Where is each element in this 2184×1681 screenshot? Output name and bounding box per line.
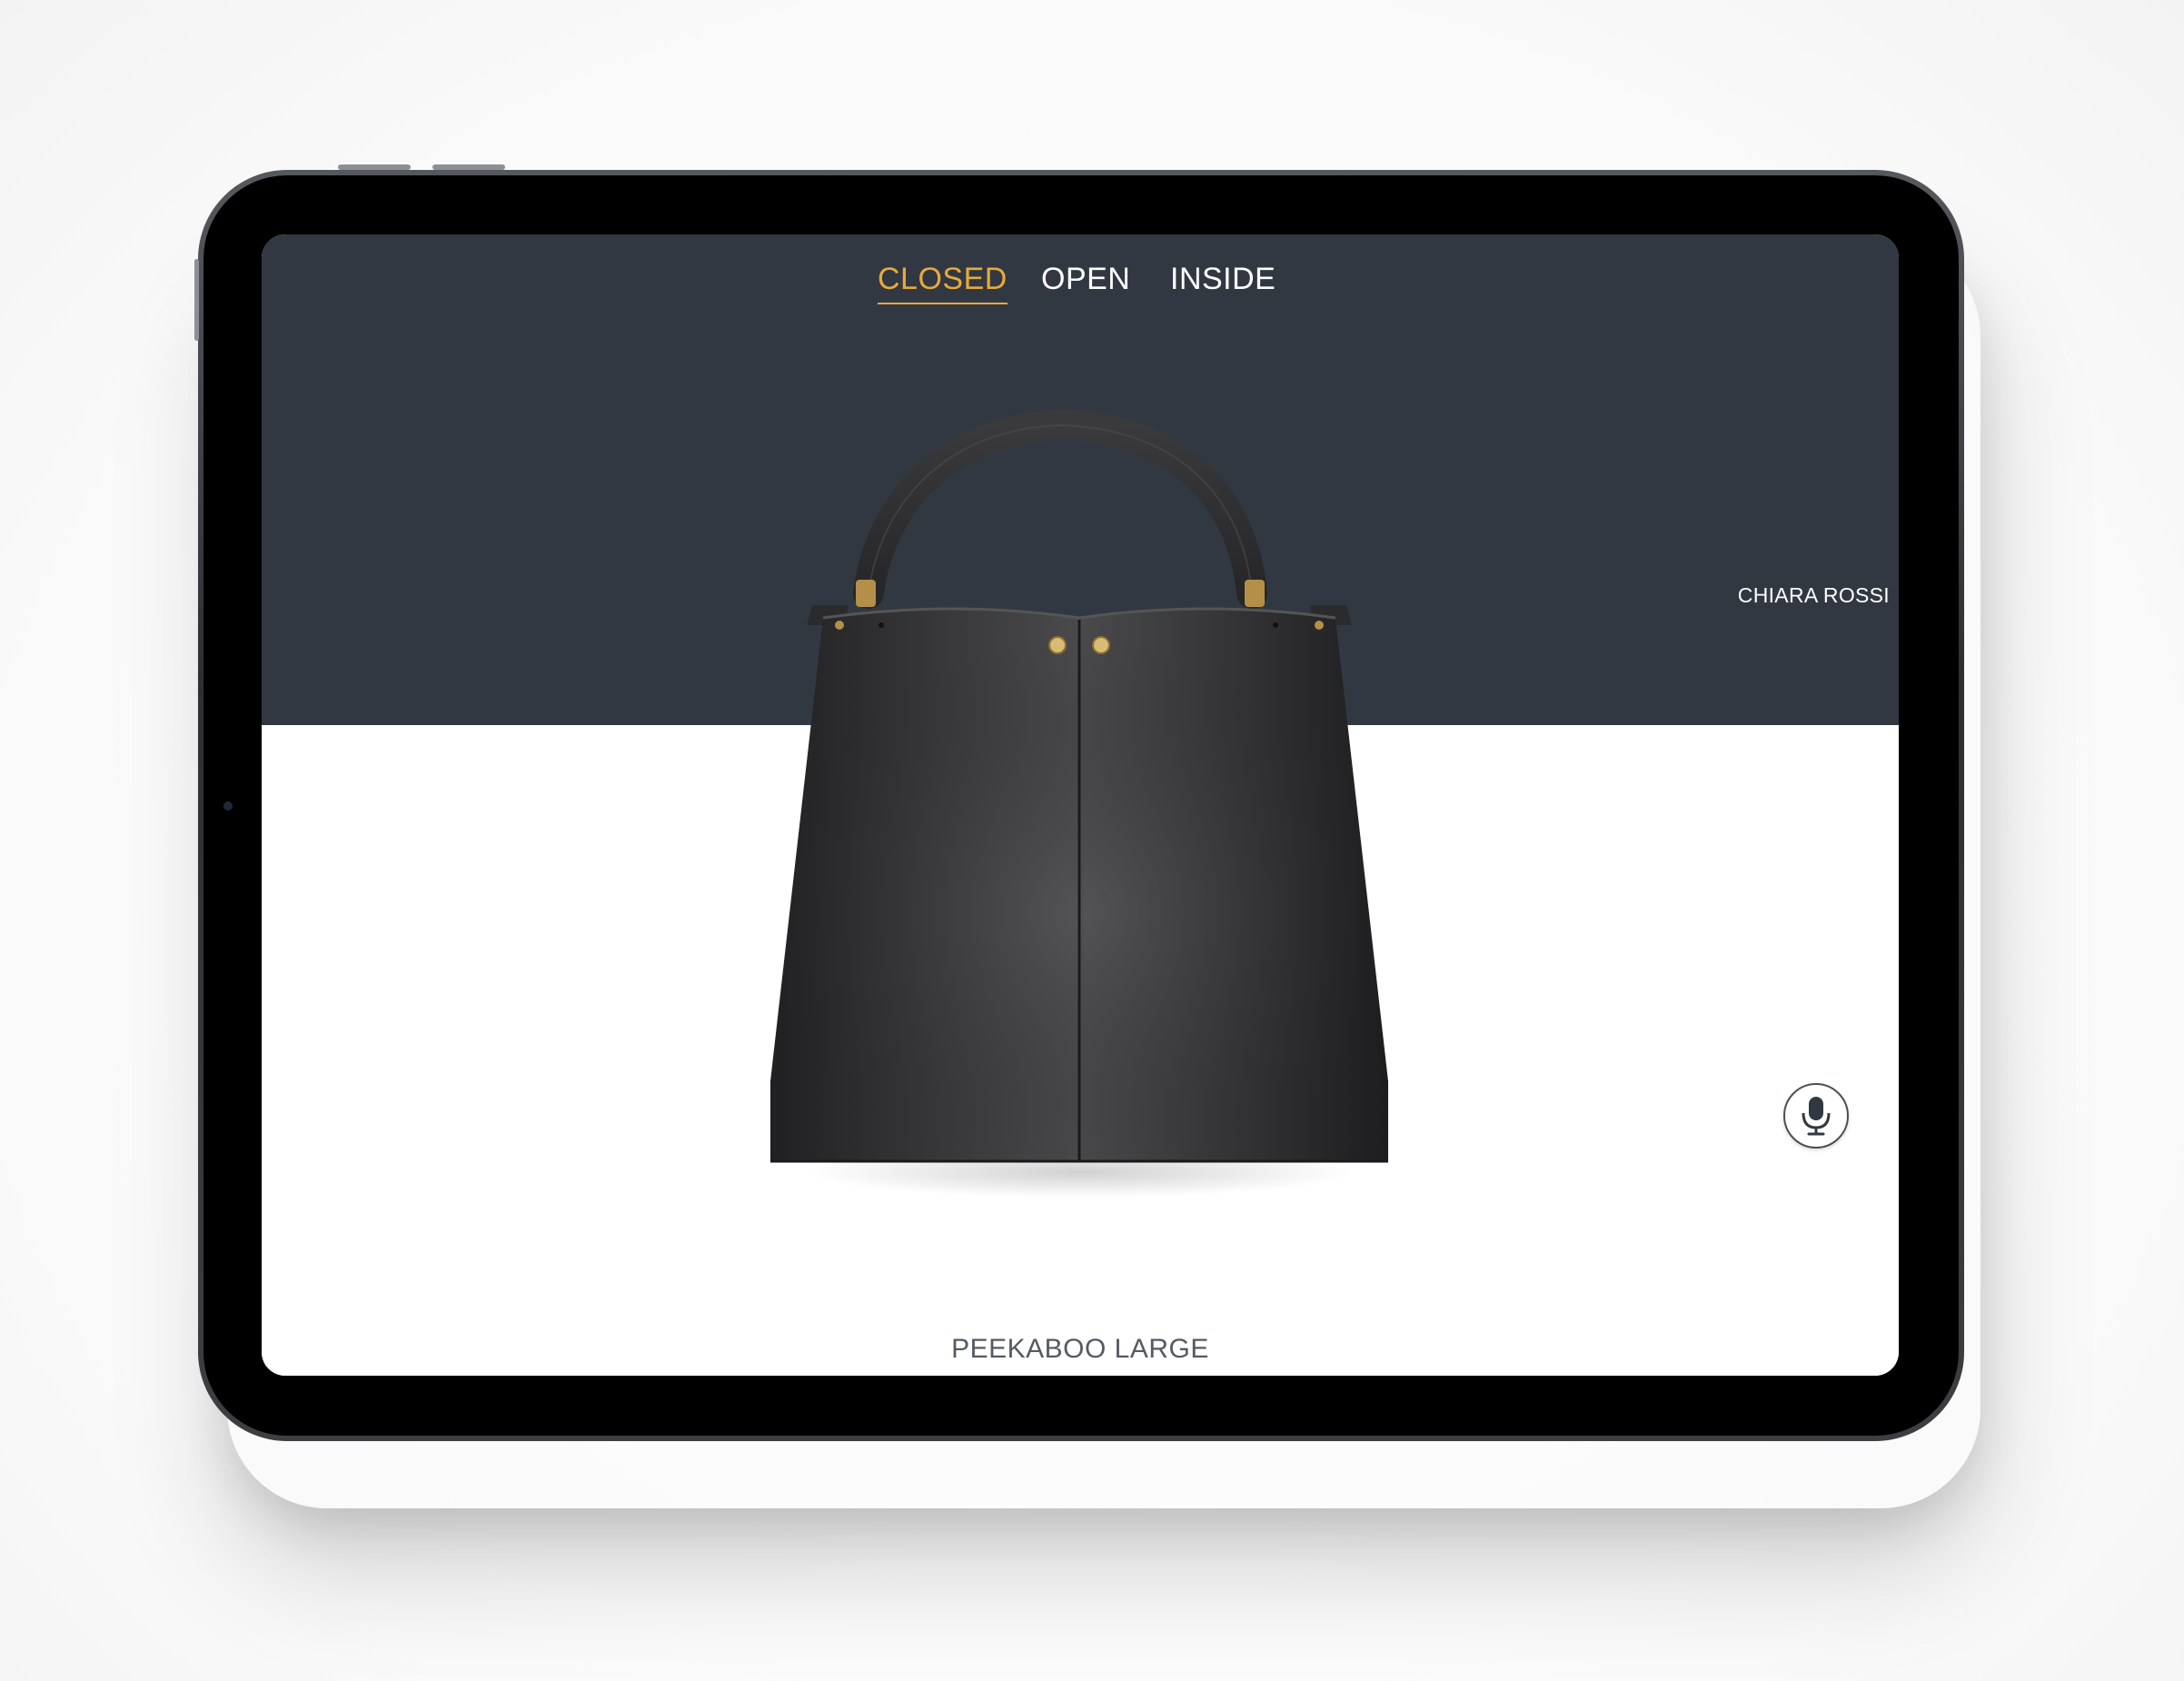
handbag-image bbox=[770, 409, 1388, 1198]
tab-open[interactable]: OPEN bbox=[1041, 262, 1130, 303]
volume-down-button bbox=[432, 164, 505, 170]
tab-open-label: OPEN bbox=[1041, 262, 1131, 296]
camera-dot bbox=[223, 801, 233, 811]
app-screen: CLOSED OPEN INSIDE CHIARA ROSSI PEEKABOO… bbox=[262, 234, 1899, 1376]
side-button bbox=[194, 259, 199, 341]
tab-inside[interactable]: INSIDE bbox=[1170, 262, 1276, 303]
voice-search-button[interactable] bbox=[1783, 1083, 1849, 1149]
scene: CLOSED OPEN INSIDE CHIARA ROSSI PEEKABOO… bbox=[0, 0, 2184, 1681]
tab-inside-label: INSIDE bbox=[1170, 262, 1276, 296]
tab-closed-label: CLOSED bbox=[878, 262, 1008, 296]
brand-label: CHIARA ROSSI bbox=[1737, 583, 1890, 607]
volume-up-button bbox=[338, 164, 411, 170]
tab-closed[interactable]: CLOSED bbox=[878, 262, 1008, 304]
microphone-icon bbox=[1802, 1097, 1831, 1136]
product-name: PEEKABOO LARGE bbox=[951, 1334, 1209, 1364]
view-tabs: CLOSED OPEN INSIDE bbox=[262, 234, 1899, 343]
